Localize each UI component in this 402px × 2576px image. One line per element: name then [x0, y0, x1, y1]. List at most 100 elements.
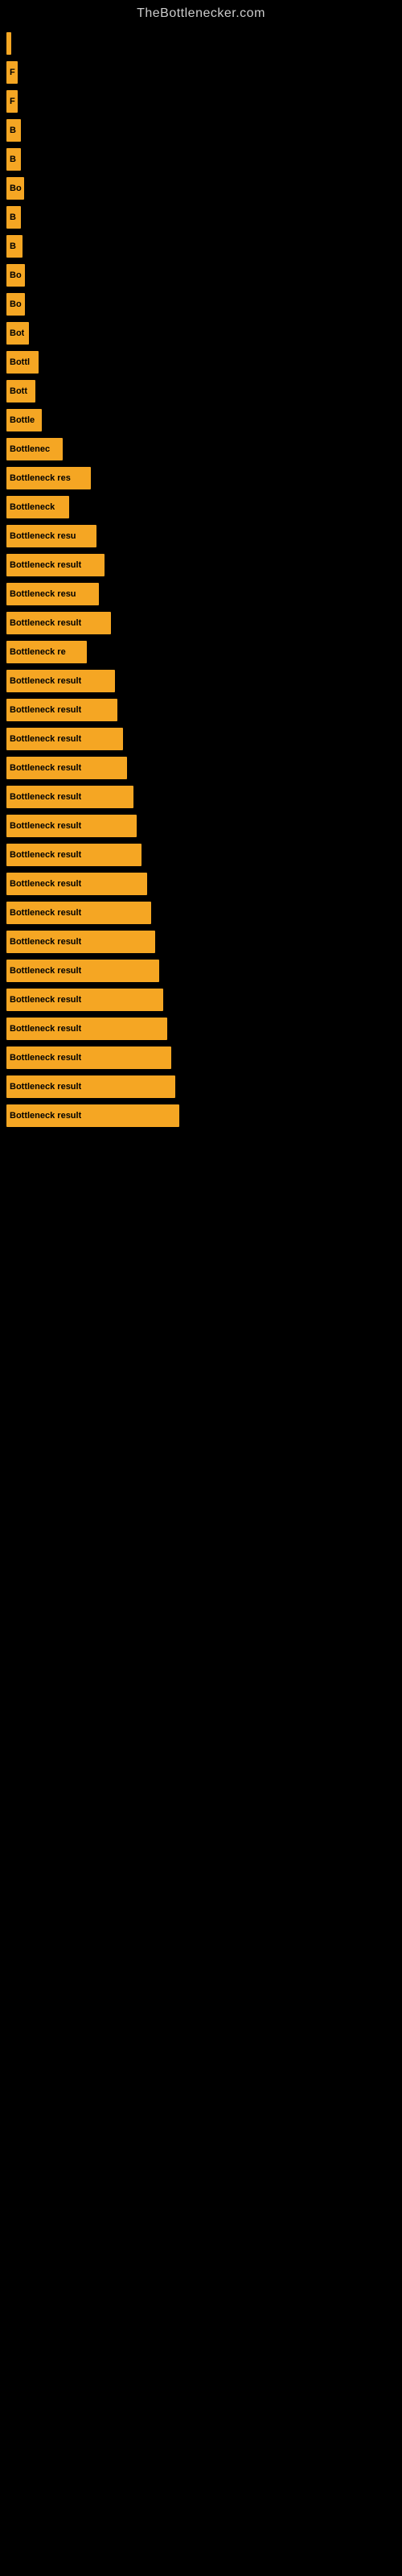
- bar-row: Bottleneck result: [6, 931, 402, 953]
- bar-row: Bottleneck result: [6, 1018, 402, 1040]
- bar: Bottleneck result: [6, 1018, 167, 1040]
- bar-row: Bo: [6, 264, 402, 287]
- bar-label: Bottleneck resu: [10, 531, 76, 541]
- bar-label: Bot: [10, 328, 24, 338]
- bar: Bottleneck result: [6, 960, 159, 982]
- bar-row: F: [6, 61, 402, 84]
- bar: Bottleneck result: [6, 815, 137, 837]
- bars-container: F F B B Bo B B Bo Bo Bot Bottl Bott Bottle Bottlenec B…: [0, 24, 402, 1133]
- bar-row: Bottlenec: [6, 438, 402, 460]
- bar-row: Bott: [6, 380, 402, 402]
- bar-label: Bottleneck result: [10, 1082, 81, 1092]
- bar: F: [6, 61, 18, 84]
- bar-label: Bottleneck result: [10, 1053, 81, 1063]
- bar-label: Bottleneck result: [10, 937, 81, 947]
- bar-label: Bottleneck resu: [10, 589, 76, 599]
- bar-label: Bottleneck result: [10, 1024, 81, 1034]
- bar: Bottleneck result: [6, 1046, 171, 1069]
- bar-label: Bottleneck result: [10, 1111, 81, 1121]
- bar-row: [6, 32, 402, 55]
- bar-label: Bottleneck result: [10, 879, 81, 889]
- bar-label: Bottleneck result: [10, 705, 81, 715]
- bar-label: Bottleneck result: [10, 821, 81, 831]
- bar: Bo: [6, 293, 25, 316]
- bar: Bottleneck result: [6, 873, 147, 895]
- site-title: TheBottlenecker.com: [0, 0, 402, 24]
- bar-row: B: [6, 148, 402, 171]
- bar: Bo: [6, 177, 24, 200]
- bar: Bottleneck result: [6, 728, 123, 750]
- bar: Bottl: [6, 351, 39, 374]
- bar-row: Bottleneck result: [6, 554, 402, 576]
- bar: Bottleneck result: [6, 989, 163, 1011]
- bar: Bottleneck result: [6, 612, 111, 634]
- bar-label: Bottleneck result: [10, 908, 81, 918]
- bar: Bottleneck resu: [6, 583, 99, 605]
- bar-row: B: [6, 119, 402, 142]
- bar-row: Bottleneck result: [6, 786, 402, 808]
- bar-label: Bottleneck re: [10, 647, 66, 657]
- bar-row: Bottleneck result: [6, 699, 402, 721]
- bar-label: Bottleneck result: [10, 792, 81, 802]
- bar-row: Bottleneck result: [6, 989, 402, 1011]
- bar-label: Bo: [10, 270, 22, 280]
- bar: Bottleneck result: [6, 931, 155, 953]
- bar-row: Bo: [6, 177, 402, 200]
- bar-row: Bottleneck res: [6, 467, 402, 489]
- bar-label: Bottle: [10, 415, 35, 425]
- bar: Bottleneck result: [6, 786, 133, 808]
- bar: Bottleneck result: [6, 1104, 179, 1127]
- bar-row: Bottl: [6, 351, 402, 374]
- bar-label: F: [10, 97, 15, 106]
- bar: Bottleneck res: [6, 467, 91, 489]
- bar: Bottleneck result: [6, 670, 115, 692]
- bar-label: Bottleneck result: [10, 850, 81, 860]
- bar: B: [6, 235, 23, 258]
- bar-row: Bottleneck result: [6, 815, 402, 837]
- bar-label: Bottleneck result: [10, 734, 81, 744]
- bar-label: Bottleneck result: [10, 618, 81, 628]
- bar-row: Bottleneck result: [6, 1075, 402, 1098]
- bar-label: Bo: [10, 299, 22, 309]
- bar-row: B: [6, 235, 402, 258]
- bar: Bott: [6, 380, 35, 402]
- bar: Bo: [6, 264, 25, 287]
- bar: Bottleneck result: [6, 1075, 175, 1098]
- bar-row: Bo: [6, 293, 402, 316]
- bar-row: Bottleneck result: [6, 612, 402, 634]
- bar: Bottleneck resu: [6, 525, 96, 547]
- bar-row: Bottleneck: [6, 496, 402, 518]
- bar: Bottleneck result: [6, 844, 142, 866]
- bar-label: Bottleneck: [10, 502, 55, 512]
- bar-row: Bottleneck result: [6, 844, 402, 866]
- bar-row: Bottleneck result: [6, 902, 402, 924]
- bar-row: Bottleneck resu: [6, 583, 402, 605]
- bar-row: Bottleneck result: [6, 960, 402, 982]
- bar-label: Bottleneck res: [10, 473, 71, 483]
- bar-label: B: [10, 126, 16, 135]
- bar: [6, 32, 11, 55]
- bar-row: Bottleneck result: [6, 670, 402, 692]
- bar: Bottleneck result: [6, 902, 151, 924]
- bar-row: Bottle: [6, 409, 402, 431]
- bar-row: Bottleneck result: [6, 1104, 402, 1127]
- bar: Bottlenec: [6, 438, 63, 460]
- bar: Bottleneck result: [6, 699, 117, 721]
- bar-row: Bottleneck result: [6, 728, 402, 750]
- bar-row: Bot: [6, 322, 402, 345]
- bar: Bottleneck result: [6, 757, 127, 779]
- bar: F: [6, 90, 18, 113]
- bar: Bot: [6, 322, 29, 345]
- bar-label: Bottleneck result: [10, 995, 81, 1005]
- bar: Bottle: [6, 409, 42, 431]
- bar-label: B: [10, 213, 16, 222]
- bar: Bottleneck: [6, 496, 69, 518]
- bar-label: F: [10, 68, 15, 77]
- bar-label: Bottleneck result: [10, 966, 81, 976]
- bar-row: Bottleneck result: [6, 757, 402, 779]
- bar-label: Bottl: [10, 357, 30, 367]
- bar-label: Bottlenec: [10, 444, 50, 454]
- bar: B: [6, 206, 21, 229]
- bar-row: Bottleneck result: [6, 873, 402, 895]
- bar-label: B: [10, 155, 16, 164]
